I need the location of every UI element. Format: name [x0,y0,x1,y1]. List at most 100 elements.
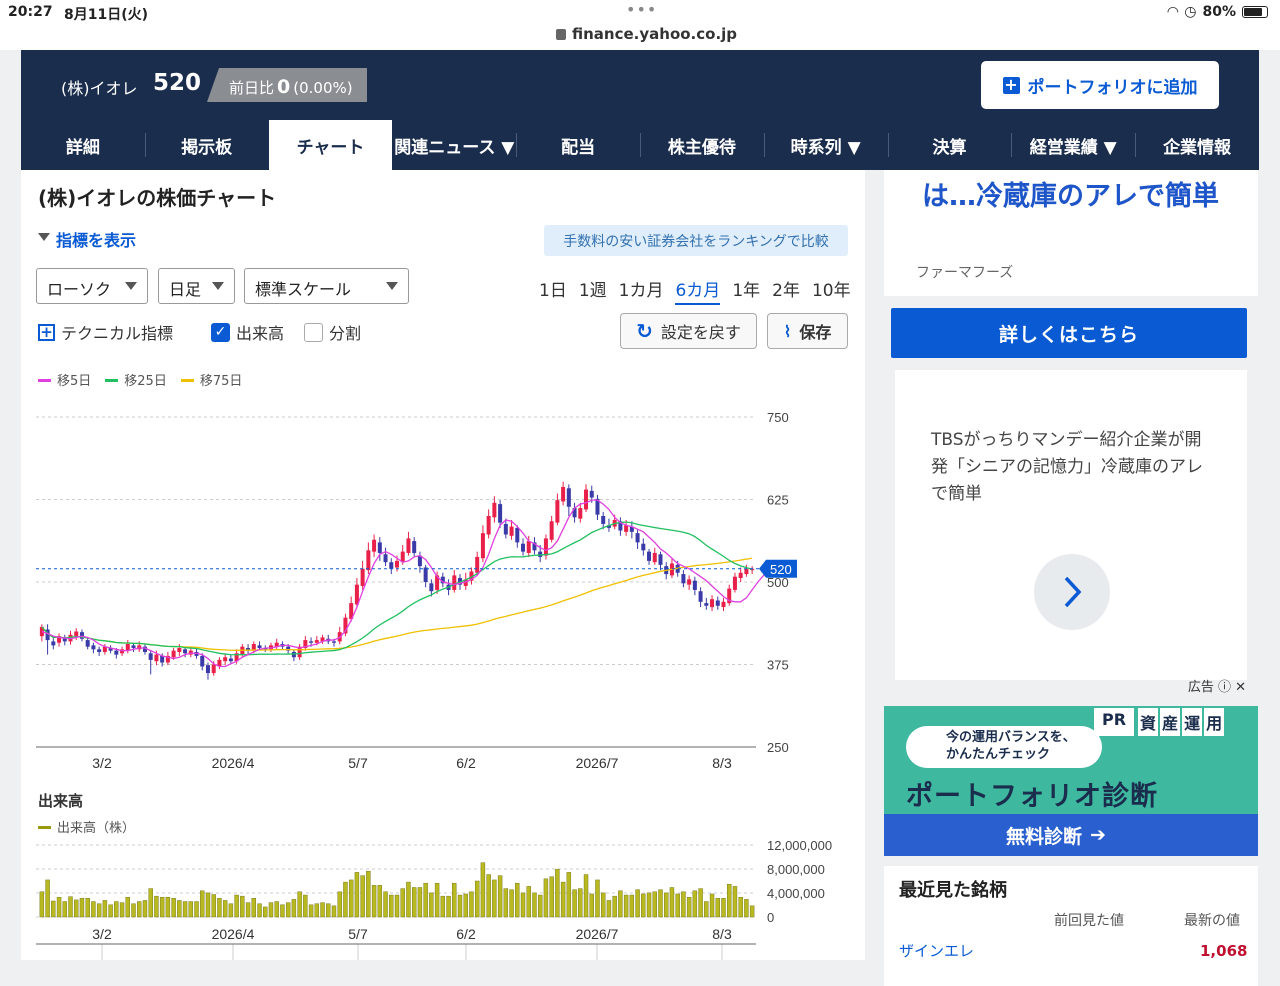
volume-bar [245,902,251,918]
price-tick-label: 250 [767,740,789,755]
volume-bar [532,892,537,918]
volume-bar [612,895,617,918]
candle-body [549,521,554,540]
candle-body [498,504,503,523]
volume-bar [314,903,320,918]
candle-body [309,641,314,643]
volume-x-tick-label: 5/7 [348,926,368,942]
price-chart[interactable]: 7506255003752505203/23/22026/42026/45/75… [21,170,865,960]
candle-body [331,641,336,643]
candle-body [452,575,457,590]
ad-more-button[interactable]: 詳しくはこちら [891,308,1247,358]
candle-body [589,490,594,498]
ad-headline-block[interactable]: は…冷蔵庫のアレで簡単 ファーマフーズ [884,170,1258,296]
volume-bar [337,891,342,918]
volume-bar [360,875,365,918]
volume-x-tick-label: 3/2 [92,926,112,942]
stock-price: 520 [153,70,202,96]
candle-body [566,488,571,507]
volume-bar [704,901,709,918]
volume-bar [400,888,405,918]
chevron-right-icon[interactable] [1034,554,1110,630]
volume-bar [480,862,486,918]
candle-body [372,539,377,552]
volume-bar [623,894,629,918]
tab-company[interactable]: 企業情報 [1135,120,1259,170]
recent-item-name[interactable]: ザインエレ [899,940,974,961]
candle-body [366,550,371,571]
candle-body [732,576,737,590]
volume-bar [606,900,612,918]
address-bar[interactable]: finance.yahoo.co.jp [556,25,737,43]
status-date: 8月11日(火) [64,7,149,23]
tab-news[interactable]: 関連ニュース ▼ [392,120,516,170]
volume-bar [148,888,153,918]
banner-free-button[interactable]: 無料診断 ➔ [884,814,1258,856]
tab-benefits[interactable]: 株主優待 [639,120,764,170]
add-portfolio-button[interactable]: + ポートフォリオに追加 [981,61,1219,109]
plus-icon: + [1002,74,1020,94]
candle-body [131,645,136,648]
volume-tick-label: 4,000,000 [767,886,825,901]
candle-body [429,583,434,592]
ad-card[interactable]: TBSがっちりマンデー紹介企業が開発「シニアの記憶力」冷蔵庫のアレで簡単 [884,358,1258,688]
volume-bar [308,904,314,918]
candle-body [710,599,715,608]
candle-body [744,568,749,575]
candle-body [515,527,520,543]
tab-board[interactable]: 掲示板 [144,120,269,170]
ma25-line [41,521,753,656]
volume-bar [280,904,285,918]
more-dots-icon[interactable]: ••• [626,0,657,19]
candle-body [526,541,531,553]
candle-body [704,603,709,606]
candle-body [412,541,417,553]
candle-body [480,533,485,559]
candle-body [148,653,153,660]
candle-body [406,538,411,553]
volume-bar [371,885,377,918]
volume-bar [515,882,520,918]
volume-bar [257,903,262,918]
ad-sponsor: ファーマフーズ [916,265,1014,281]
candle-body [211,664,216,674]
volume-bar [263,906,268,918]
volume-bar [463,893,468,918]
tab-performance[interactable]: 経営業績 ▼ [1011,120,1135,170]
tab-chart[interactable]: チャート [268,120,393,170]
portfolio-diagnosis-banner[interactable]: PR 資産運用 今の運用バランスを、 かんたんチェック ポートフォリオ診断 無料診断… [884,706,1258,856]
candle-body [681,574,686,584]
ad-headline: は…冷蔵庫のアレで簡単 [922,181,1219,212]
tab-dividend[interactable]: 配当 [516,120,640,170]
tab-history[interactable]: 時系列 ▼ [763,120,888,170]
volume-bar [366,871,371,918]
alarm-icon: ◷ [1184,4,1197,20]
volume-bar [331,905,337,918]
ma75-line [41,557,753,651]
candle-body [394,560,400,568]
candle-body [721,601,726,608]
change-value: 0 [277,76,291,98]
volume-bar [709,893,715,918]
candle-body [475,556,480,573]
recent-item-value: 1,068 [1200,942,1248,960]
volume-bar [377,885,383,918]
volume-bar [389,894,394,918]
tab-detail[interactable]: 詳細 [21,120,145,170]
volume-bar [635,889,640,918]
volume-bar [434,882,440,918]
battery-percent: 80% [1202,4,1236,20]
volume-bar [119,902,125,918]
volume-bar [96,903,102,918]
tab-earnings[interactable]: 決算 [887,120,1012,170]
candle-body [114,650,119,655]
battery-icon [1242,6,1268,18]
volume-bar [715,898,720,918]
volume-bar [411,887,417,918]
volume-bar [572,889,577,918]
volume-bar [182,901,188,918]
candle-body [687,579,692,585]
ad-label[interactable]: 広告 ⓘ ✕ [1188,676,1246,695]
volume-bar [154,895,159,918]
candle-body [360,568,365,586]
